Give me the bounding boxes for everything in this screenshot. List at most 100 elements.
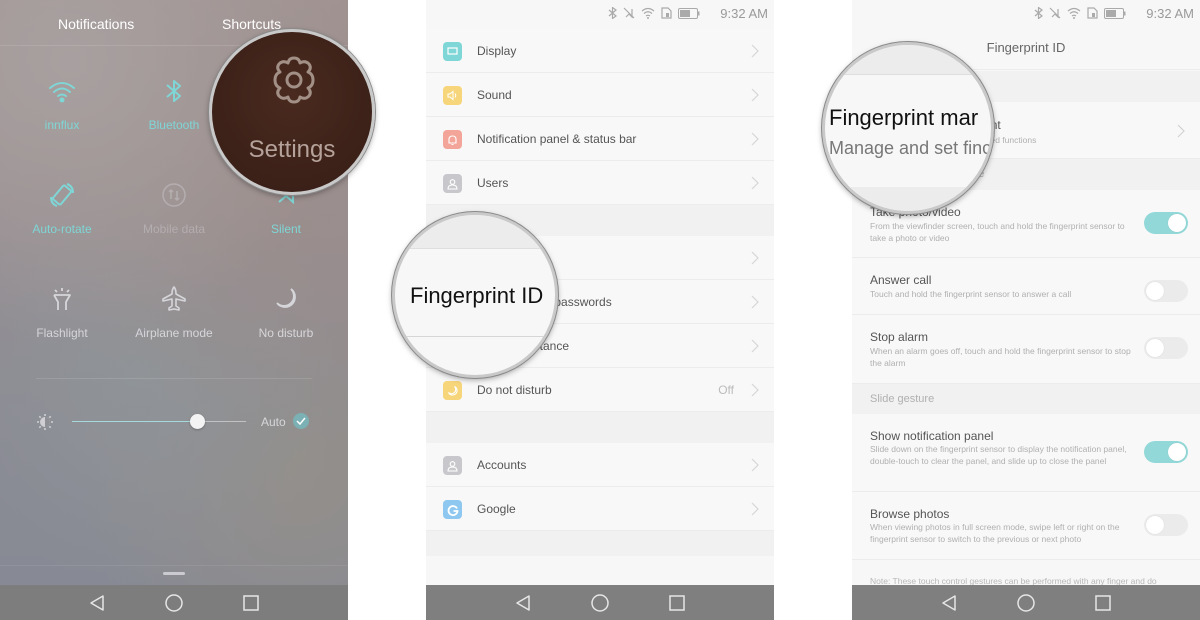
bluetooth-icon	[1034, 7, 1043, 19]
recents-button[interactable]	[240, 592, 262, 614]
divider	[395, 336, 555, 337]
tab-shortcuts[interactable]: Shortcuts	[222, 16, 281, 32]
divider	[0, 565, 348, 566]
gesture-toggle[interactable]	[1144, 337, 1188, 359]
gesture-description: From the viewfinder screen, touch and ho…	[870, 221, 1125, 243]
gesture-row-browse-photos: Browse photos When viewing photos in full…	[852, 492, 1200, 560]
user-icon	[443, 456, 462, 475]
chevron-right-icon	[751, 339, 759, 353]
chevron-right-icon	[751, 383, 759, 397]
gesture-toggle[interactable]	[1144, 441, 1188, 463]
back-button[interactable]	[86, 592, 108, 614]
settings-item-google[interactable]: Google	[426, 487, 774, 531]
sim-icon	[661, 7, 672, 19]
settings-item-label: Accounts	[477, 458, 527, 472]
tab-notifications[interactable]: Notifications	[58, 16, 134, 32]
magnified-section-gap	[395, 215, 555, 249]
gesture-description: Slide down on the fingerprint sensor to …	[870, 444, 1127, 466]
back-button[interactable]	[512, 592, 534, 614]
auto-brightness-checkbox[interactable]	[293, 413, 309, 429]
home-button[interactable]	[589, 592, 611, 614]
battery-icon	[1104, 7, 1126, 19]
magnifier-settings[interactable]: Settings	[209, 29, 375, 195]
brightness-control: Auto	[36, 410, 316, 434]
chevron-right-icon	[751, 458, 759, 472]
settings-item-users[interactable]: Users	[426, 161, 774, 205]
back-icon	[942, 595, 956, 611]
toggle-airplane[interactable]: Airplane mode	[118, 284, 230, 340]
section-gap	[426, 531, 774, 556]
mobile-data-icon	[118, 180, 230, 210]
gesture-title: Browse photos	[870, 507, 950, 521]
tile-label: No disturb	[258, 326, 314, 340]
magnified-subtitle: Manage and set finc	[829, 138, 992, 158]
status-icons	[608, 6, 700, 20]
home-icon	[1017, 594, 1035, 612]
gesture-description: When viewing photos in full screen mode,…	[870, 522, 1120, 544]
section-gap	[426, 412, 774, 443]
toggle-flashlight[interactable]: Flashlight	[6, 284, 118, 340]
toggle-wifi[interactable]: innflux	[6, 76, 118, 132]
gesture-description: Touch and hold the fingerprint sensor to…	[870, 289, 1072, 299]
status-icons	[1034, 6, 1126, 20]
recents-button[interactable]	[1092, 592, 1114, 614]
chevron-right-icon	[751, 295, 759, 309]
settings-item-label: Users	[477, 176, 509, 190]
gesture-title: Answer call	[870, 273, 932, 287]
back-button[interactable]	[938, 592, 960, 614]
chevron-right-icon	[1177, 124, 1185, 138]
brightness-slider-knob[interactable]	[189, 414, 205, 429]
settings-item-accounts[interactable]: Accounts	[426, 443, 774, 487]
status-bar: 9:32 AM	[426, 0, 774, 26]
brightness-slider-fill	[72, 421, 198, 422]
mute-icon	[623, 7, 635, 19]
moon-icon	[230, 284, 342, 314]
chevron-right-icon	[751, 88, 759, 102]
display-icon	[443, 42, 462, 61]
toggle-no-disturb[interactable]: No disturb	[230, 284, 342, 340]
toggle-knob	[1168, 214, 1186, 232]
magnified-section-header	[825, 187, 991, 211]
gesture-row-stop-alarm: Stop alarm When an alarm goes off, touch …	[852, 315, 1200, 384]
back-icon	[516, 595, 530, 611]
magnified-label: Settings	[248, 136, 336, 163]
mute-icon	[1049, 7, 1061, 19]
status-time: 9:32 AM	[1146, 6, 1194, 21]
battery-icon	[678, 7, 700, 19]
tile-label: Flashlight	[36, 326, 88, 340]
chevron-right-icon	[751, 44, 759, 58]
nav-bar	[852, 585, 1200, 620]
tile-label: Airplane mode	[135, 326, 213, 340]
recents-button[interactable]	[666, 592, 688, 614]
chevron-right-icon	[751, 176, 759, 190]
toggle-auto-rotate[interactable]: Auto-rotate	[6, 180, 118, 236]
gesture-title: Stop alarm	[870, 330, 929, 344]
sound-icon	[443, 86, 462, 105]
toggle-knob	[1168, 443, 1186, 461]
home-button[interactable]	[163, 592, 185, 614]
google-icon	[443, 500, 462, 519]
gesture-toggle[interactable]	[1144, 280, 1188, 302]
wifi-icon	[641, 7, 655, 19]
section-title: Slide gesture	[870, 393, 935, 405]
flashlight-icon	[6, 284, 118, 314]
magnifier-fingerprint-id[interactable]: Fingerprint ID	[392, 212, 558, 378]
settings-item-display[interactable]: Display	[426, 29, 774, 73]
gesture-toggle[interactable]	[1144, 514, 1188, 536]
chevron-right-icon	[751, 132, 759, 146]
toggle-mobile-data[interactable]: Mobile data	[118, 180, 230, 236]
gesture-toggle[interactable]	[1144, 212, 1188, 234]
gesture-row-show-notification-panel: Show notification panel Slide down on the…	[852, 414, 1200, 492]
settings-item-notification-panel-status-bar[interactable]: Notification panel & status bar	[426, 117, 774, 161]
gesture-description: When an alarm goes off, touch and hold t…	[870, 346, 1131, 368]
nav-bar	[0, 585, 348, 620]
magnifier-fingerprint-management[interactable]: Fingerprint mar Manage and set finc	[822, 42, 994, 214]
settings-item-sound[interactable]: Sound	[426, 73, 774, 117]
auto-rotate-icon	[6, 180, 118, 210]
drag-handle[interactable]	[163, 572, 185, 575]
toggle-knob	[1146, 339, 1164, 357]
settings-item-value: Off	[718, 383, 734, 397]
check-icon	[296, 417, 306, 425]
recents-icon	[669, 595, 685, 611]
home-button[interactable]	[1015, 592, 1037, 614]
